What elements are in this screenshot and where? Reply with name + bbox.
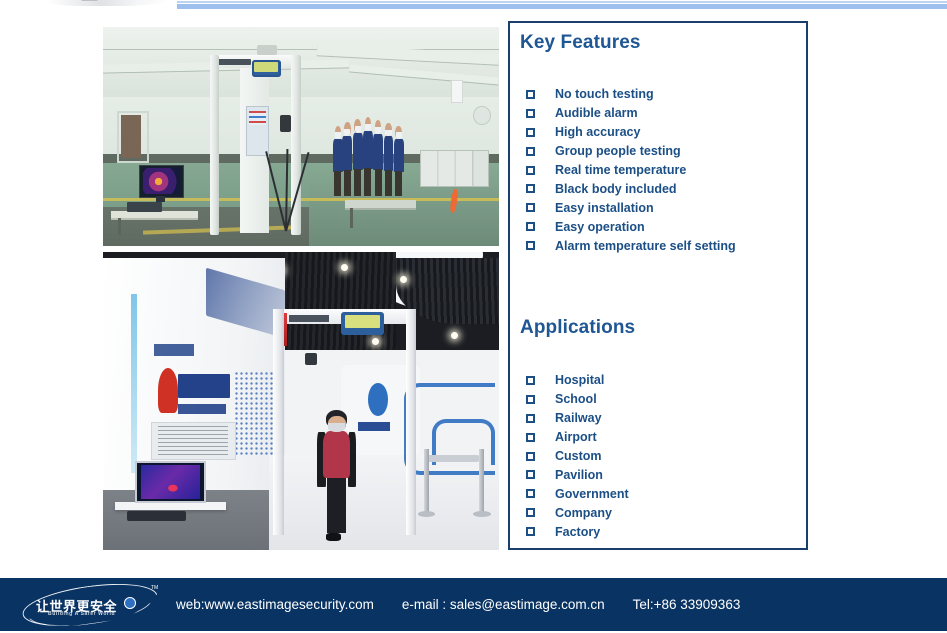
application-label: Pavilion <box>555 467 603 482</box>
footer-contact-info: web:www.eastimagesecurity.com e-mail : s… <box>176 578 740 631</box>
footer-email[interactable]: e-mail : sales@eastimage.com.cn <box>402 597 605 612</box>
globe-icon <box>124 597 136 609</box>
features-applications-panel: Key Features No touch testing Audible al… <box>508 21 808 550</box>
list-item: Group people testing <box>520 142 736 161</box>
footer-telephone[interactable]: Tel:+86 33909363 <box>633 597 741 612</box>
key-feature-label: Easy operation <box>555 219 645 234</box>
checkbox-icon <box>526 184 535 194</box>
list-item: Real time temperature <box>520 161 736 180</box>
list-item: Easy installation <box>520 198 736 217</box>
application-label: Hospital <box>555 373 605 388</box>
checkbox-icon <box>526 89 535 99</box>
photo-factory-screening-hall <box>103 27 499 246</box>
list-item: Company <box>520 503 629 522</box>
checkbox-icon <box>526 165 535 175</box>
key-feature-label: Real time temperature <box>555 163 687 177</box>
application-label: Railway <box>555 411 602 426</box>
checkbox-icon <box>526 413 535 423</box>
photo-showroom-screening <box>103 252 499 550</box>
list-item: High accuracy <box>520 123 736 142</box>
top-accent-band <box>177 1 947 9</box>
list-item: Railway <box>520 409 629 428</box>
list-item: Easy operation <box>520 217 736 236</box>
checkbox-icon <box>526 222 535 232</box>
list-item: Black body included <box>520 179 736 198</box>
key-feature-label: High accuracy <box>555 125 641 140</box>
company-logo: 让世界更安全 Building A Safer World TM <box>20 584 162 626</box>
list-item: School <box>520 390 629 409</box>
application-label: School <box>555 392 597 407</box>
key-feature-label: Black body included <box>555 181 677 196</box>
partial-logo-artifact <box>48 0 168 6</box>
key-feature-label: Alarm temperature self setting <box>555 238 736 253</box>
key-features-heading: Key Features <box>520 32 641 53</box>
list-item: Hospital <box>520 371 629 390</box>
top-band-thin-line <box>177 1 947 3</box>
application-label: Airport <box>555 430 597 445</box>
checkbox-icon <box>526 127 535 137</box>
checkbox-icon <box>526 203 535 213</box>
list-item: Factory <box>520 522 629 541</box>
list-item: Audible alarm <box>520 104 736 123</box>
checkbox-icon <box>526 394 535 404</box>
list-item: Alarm temperature self setting <box>520 236 736 255</box>
checkbox-icon <box>526 527 535 537</box>
trademark-mark: TM <box>151 585 159 591</box>
checkbox-icon <box>526 108 535 118</box>
checkbox-icon <box>526 451 535 461</box>
key-features-list: No touch testing Audible alarm High accu… <box>520 85 736 255</box>
checkbox-icon <box>526 375 535 385</box>
list-item: Airport <box>520 428 629 447</box>
footer-website[interactable]: web:www.eastimagesecurity.com <box>176 597 374 612</box>
application-label: Factory <box>555 524 601 539</box>
list-item: No touch testing <box>520 85 736 104</box>
logo-english-slogan: Building A Safer World <box>48 611 116 617</box>
applications-heading: Applications <box>520 317 636 338</box>
top-band-thick-line <box>177 4 947 9</box>
list-item: Custom <box>520 447 629 466</box>
checkbox-icon <box>526 489 535 499</box>
key-feature-label: Audible alarm <box>555 106 638 121</box>
checkbox-icon <box>526 470 535 480</box>
list-item: Pavilion <box>520 465 629 484</box>
key-feature-label: Easy installation <box>555 200 654 215</box>
application-label: Company <box>555 505 612 520</box>
key-feature-label: Group people testing <box>555 144 681 159</box>
list-item: Government <box>520 484 629 503</box>
key-feature-label: No touch testing <box>555 87 654 102</box>
checkbox-icon <box>526 432 535 442</box>
checkbox-icon <box>526 146 535 156</box>
application-label: Custom <box>555 449 602 463</box>
checkbox-icon <box>526 508 535 518</box>
applications-list: Hospital School Railway Airport Custom P… <box>520 371 629 541</box>
application-label: Government <box>555 486 629 501</box>
checkbox-icon <box>526 241 535 251</box>
page-footer: 让世界更安全 Building A Safer World TM web:www… <box>0 578 947 631</box>
